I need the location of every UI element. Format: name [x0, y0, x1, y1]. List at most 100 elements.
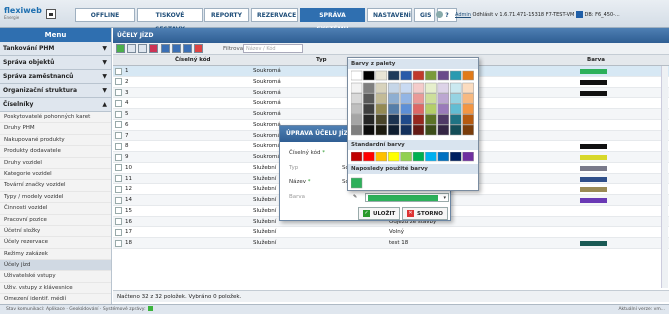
palette-tint-swatch[interactable] [412, 93, 425, 104]
pencil-icon[interactable]: ✎ [353, 194, 359, 200]
table-row[interactable]: 17 Služební Volný [113, 227, 669, 238]
palette-tint-swatch[interactable] [363, 82, 375, 94]
palette-swatch[interactable] [449, 70, 462, 81]
recent-swatch[interactable] [351, 177, 363, 189]
palette-tint-swatch[interactable] [387, 103, 400, 115]
palette-tint-swatch[interactable] [449, 114, 462, 125]
palette-tint-swatch[interactable] [400, 93, 412, 104]
sidebar-item-14[interactable]: Uživatelské vstupy [0, 271, 111, 283]
row-checkbox[interactable] [115, 110, 122, 118]
app-logo[interactable]: flexiweb Energie [4, 6, 44, 22]
sidebar-item-4[interactable]: Druhy vozidel [0, 158, 111, 169]
view-list-icon[interactable] [172, 44, 181, 53]
sidebar-item-15[interactable]: Uživ. vstupy z klávesnice [0, 283, 111, 295]
row-checkbox[interactable] [115, 132, 122, 139]
sidebar-section-0[interactable]: Tankování PHM ▼ [0, 42, 111, 56]
tab-4[interactable]: SPRÁVA SYSTÉMU [300, 8, 365, 33]
palette-swatch[interactable] [375, 70, 388, 81]
tab-0[interactable]: OFFLINE [75, 8, 135, 22]
palette-tint-swatch[interactable] [462, 82, 474, 94]
palette-tint-swatch[interactable] [400, 82, 412, 94]
logout-link[interactable]: Odhlásit [473, 12, 494, 18]
palette-tint-swatch[interactable] [387, 82, 400, 94]
palette-swatch[interactable] [412, 70, 425, 81]
standard-swatch[interactable] [425, 152, 437, 162]
palette-tint-swatch[interactable] [400, 124, 412, 136]
palette-tint-swatch[interactable] [387, 124, 400, 136]
row-checkbox[interactable] [115, 99, 122, 107]
row-checkbox[interactable] [115, 207, 122, 215]
sidebar-item-7[interactable]: Typy / modely vozidel [0, 192, 111, 204]
palette-swatch[interactable] [437, 70, 450, 81]
row-checkbox[interactable] [115, 175, 122, 182]
sidebar-item-2[interactable]: Nakupované produkty [0, 135, 111, 147]
row-checkbox[interactable] [115, 67, 122, 75]
palette-tint-swatch[interactable] [363, 114, 375, 125]
row-checkbox[interactable] [115, 164, 122, 172]
sidebar-section-3[interactable]: Organizační struktura ▼ [0, 84, 111, 98]
column-header-code[interactable]: Číselný kód [175, 55, 210, 66]
sidebar-item-8[interactable]: Činnosti vozidel [0, 203, 111, 215]
palette-tint-swatch[interactable] [400, 114, 412, 125]
palette-tint-swatch[interactable] [425, 114, 437, 125]
sidebar-item-9[interactable]: Pracovní pozice [0, 215, 111, 226]
palette-tint-swatch[interactable] [351, 82, 363, 94]
filter-input[interactable]: Název / Kód [243, 44, 303, 53]
palette-tint-swatch[interactable] [462, 103, 474, 115]
sidebar-item-0[interactable]: Poskytovatelé pohonných karet [0, 112, 111, 124]
column-header-type[interactable]: Typ [316, 55, 327, 66]
tab-6[interactable]: GIS [414, 8, 435, 22]
standard-swatch[interactable] [462, 152, 474, 162]
palette-tint-swatch[interactable] [375, 93, 388, 104]
row-checkbox[interactable] [115, 185, 122, 193]
palette-tint-swatch[interactable] [462, 124, 474, 136]
sidebar-item-13[interactable]: Účely jízd [0, 260, 111, 272]
sidebar-section-4[interactable]: Číselníky ▲ [0, 98, 111, 112]
palette-tint-swatch[interactable] [387, 114, 400, 125]
palette-swatch[interactable] [400, 70, 412, 81]
palette-tint-swatch[interactable] [412, 114, 425, 125]
standard-swatch[interactable] [363, 152, 375, 162]
user-link[interactable]: Admin [455, 12, 471, 18]
palette-tint-swatch[interactable] [363, 124, 375, 136]
tab-2[interactable]: REPORTY [204, 8, 249, 22]
sidebar-item-11[interactable]: Účely rezervace [0, 237, 111, 249]
row-checkbox[interactable] [115, 239, 122, 247]
sidebar-item-10[interactable]: Účetní složky [0, 226, 111, 238]
standard-swatch[interactable] [387, 152, 400, 162]
row-checkbox[interactable] [115, 153, 122, 161]
palette-tint-swatch[interactable] [351, 103, 363, 115]
row-checkbox[interactable] [115, 218, 122, 225]
color-select[interactable]: ▾ [365, 193, 449, 202]
row-checkbox[interactable] [115, 228, 122, 236]
palette-tint-swatch[interactable] [425, 124, 437, 136]
sidebar-section-2[interactable]: Správa zaměstnanců ▼ [0, 70, 111, 84]
palette-tint-swatch[interactable] [375, 114, 388, 125]
tab-1[interactable]: TISKOVÉ SESTAVY [137, 8, 203, 33]
palette-tint-swatch[interactable] [412, 82, 425, 94]
copy-icon[interactable] [138, 44, 147, 53]
column-header-color[interactable]: Barva [587, 55, 605, 66]
palette-tint-swatch[interactable] [462, 114, 474, 125]
sidebar-item-1[interactable]: Druhy PHM [0, 123, 111, 135]
palette-swatch[interactable] [351, 70, 363, 81]
sidebar-section-1[interactable]: Správa objektů ▼ [0, 56, 111, 70]
palette-swatch[interactable] [387, 70, 400, 81]
palette-tint-swatch[interactable] [462, 93, 474, 104]
palette-tint-swatch[interactable] [449, 124, 462, 136]
palette-tint-swatch[interactable] [363, 93, 375, 104]
palette-tint-swatch[interactable] [425, 82, 437, 94]
standard-swatch[interactable] [375, 152, 388, 162]
standard-swatch[interactable] [437, 152, 450, 162]
standard-swatch[interactable] [351, 152, 363, 162]
standard-swatch[interactable] [412, 152, 425, 162]
palette-tint-swatch[interactable] [425, 103, 437, 115]
row-checkbox[interactable] [115, 196, 122, 204]
view-detail-icon[interactable] [183, 44, 192, 53]
add-icon[interactable] [116, 44, 125, 53]
vertical-scrollbar[interactable] [661, 66, 668, 288]
tab-3[interactable]: REZERVACE [251, 8, 298, 22]
standard-swatch[interactable] [449, 152, 462, 162]
tab-5[interactable]: NASTAVENÍ [367, 8, 412, 22]
palette-tint-swatch[interactable] [351, 124, 363, 136]
